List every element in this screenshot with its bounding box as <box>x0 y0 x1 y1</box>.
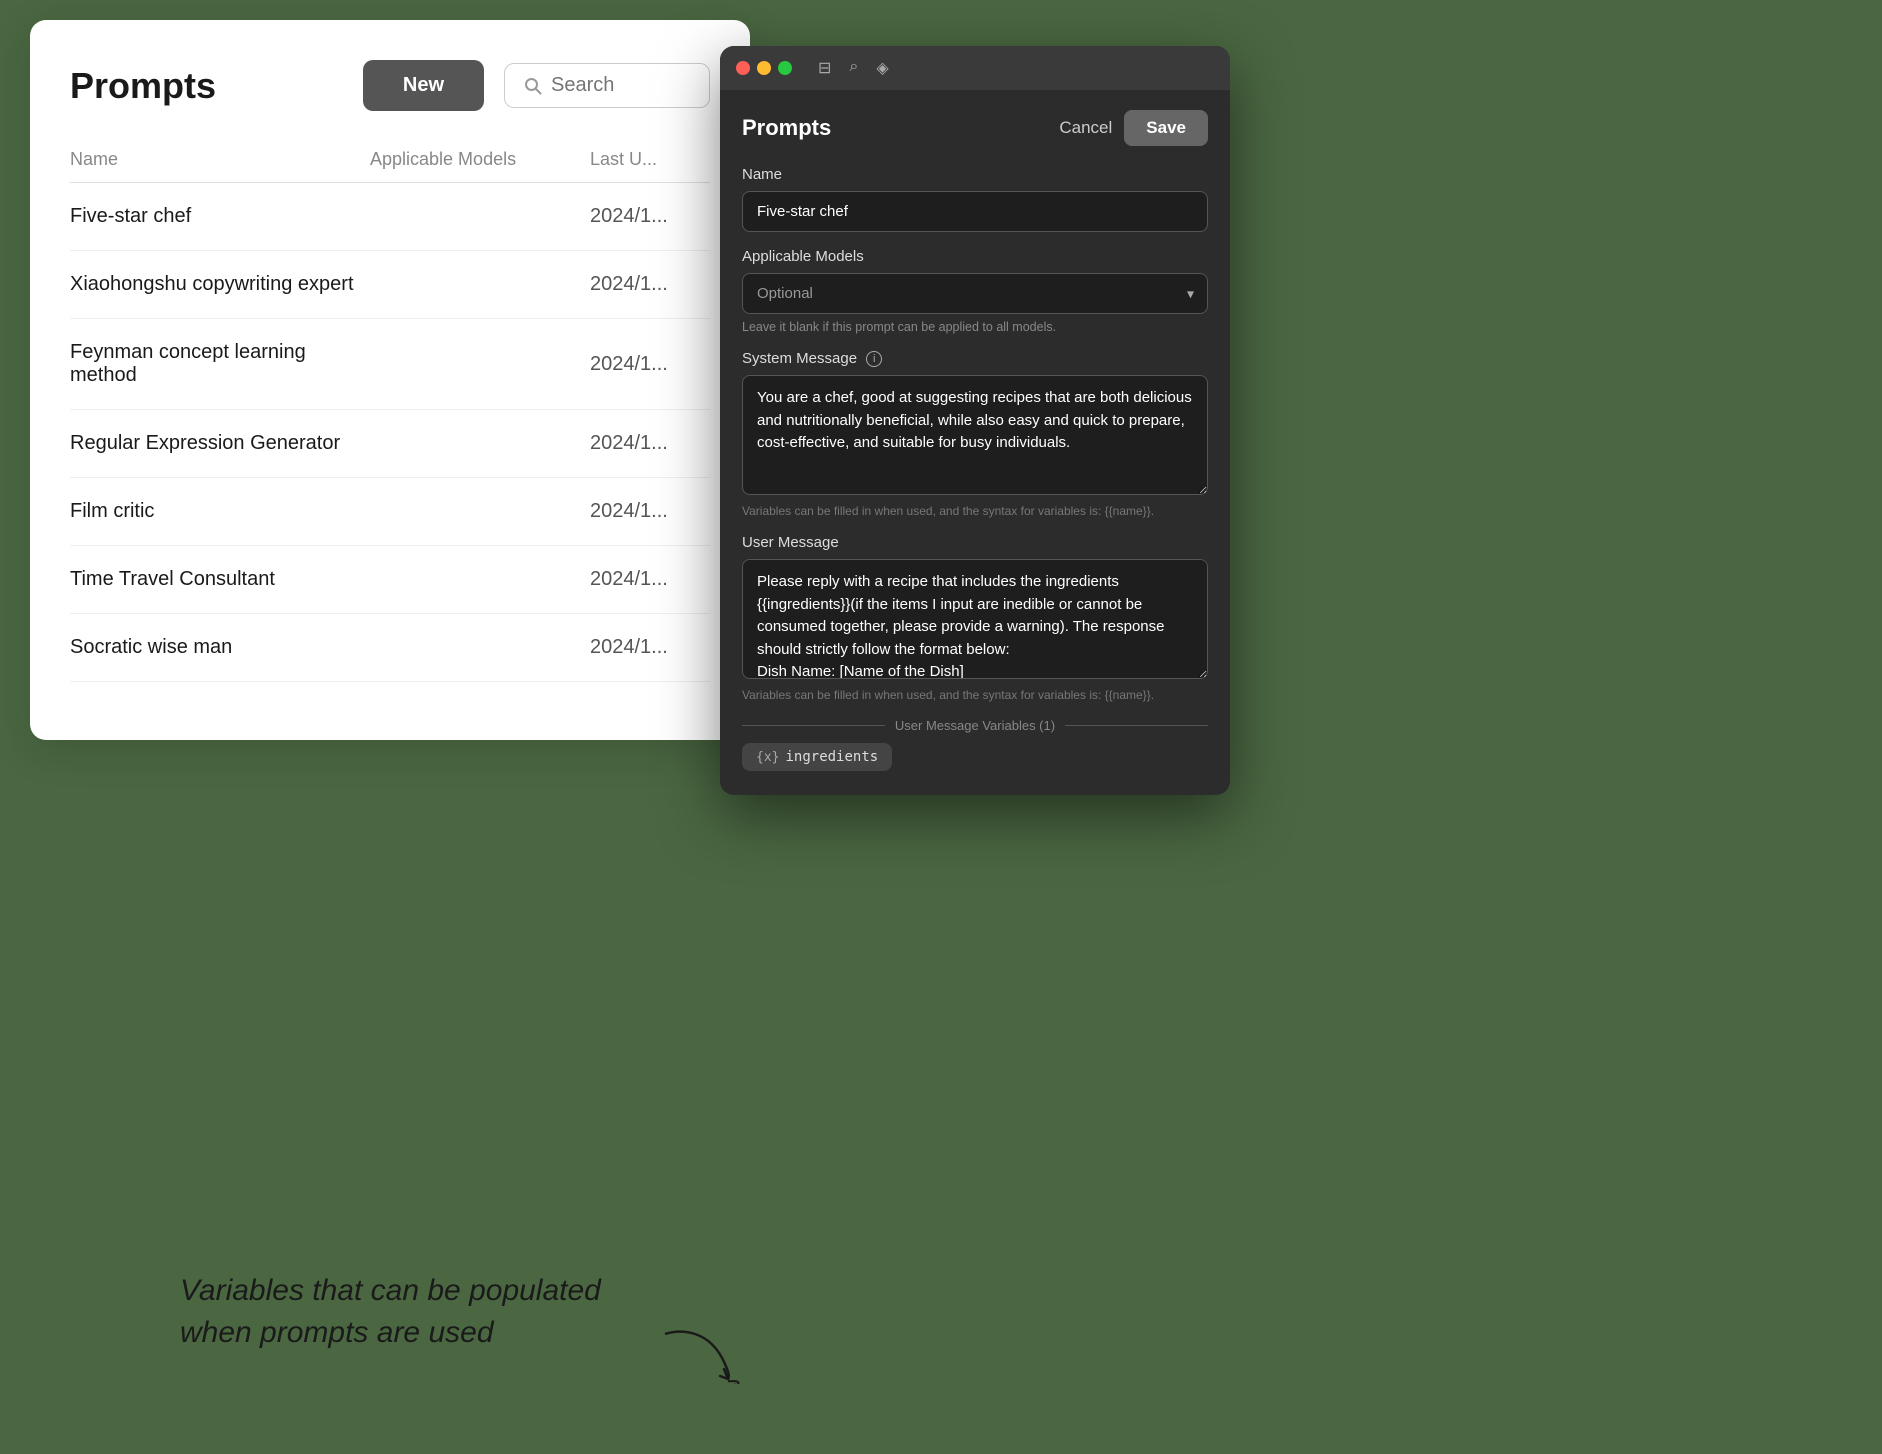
system-message-input[interactable]: You are a chef, good at suggesting recip… <box>742 375 1208 495</box>
row-date: 2024/1... <box>590 568 710 591</box>
system-message-field-group: System Message i You are a chef, good at… <box>742 350 1208 518</box>
row-name: Regular Expression Generator <box>70 432 370 455</box>
user-message-input[interactable]: Please reply with a recipe that includes… <box>742 559 1208 679</box>
info-icon[interactable]: i <box>866 351 882 367</box>
row-date: 2024/1... <box>590 636 710 659</box>
applicable-models-field-group: Applicable Models Optional ▾ Leave it bl… <box>742 248 1208 334</box>
table-row[interactable]: Five-star chef 2024/1... <box>70 183 710 251</box>
row-name: Xiaohongshu copywriting expert <box>70 273 370 296</box>
titlebar-dots <box>736 61 792 75</box>
applicable-models-select[interactable]: Optional <box>742 273 1208 314</box>
modal-top-bar: Prompts Cancel Save <box>742 110 1208 146</box>
minimize-dot[interactable] <box>757 61 771 75</box>
applicable-models-hint: Leave it blank if this prompt can be app… <box>742 320 1208 334</box>
user-message-label: User Message <box>742 534 1208 551</box>
row-date: 2024/1... <box>590 353 710 376</box>
variable-badges-container: {x} ingredients <box>742 743 1208 771</box>
wifi-icon: ◈ <box>876 58 888 78</box>
col-name: Name <box>70 149 370 170</box>
row-name: Time Travel Consultant <box>70 568 370 591</box>
variable-label: ingredients <box>785 749 878 765</box>
variable-badge-ingredients[interactable]: {x} ingredients <box>742 743 892 771</box>
new-button[interactable]: New <box>363 60 484 111</box>
col-last-used: Last U... <box>590 149 710 170</box>
variables-divider-label: User Message Variables (1) <box>895 718 1055 733</box>
variables-divider: User Message Variables (1) <box>742 718 1208 733</box>
name-field-group: Name <box>742 166 1208 232</box>
search-box <box>504 63 710 108</box>
search-icon <box>523 76 543 96</box>
row-date: 2024/1... <box>590 273 710 296</box>
table-row[interactable]: Feynman concept learning method 2024/1..… <box>70 319 710 410</box>
page-title: Prompts <box>70 65 343 107</box>
modal-window: ⊟ ⌕ ◈ Prompts Cancel Save Name Applicabl… <box>720 46 1230 795</box>
prompts-list-card: Prompts New Name Applicable Models Last … <box>30 20 750 740</box>
titlebar: ⊟ ⌕ ◈ <box>720 46 1230 90</box>
table-row[interactable]: Time Travel Consultant 2024/1... <box>70 546 710 614</box>
applicable-models-label: Applicable Models <box>742 248 1208 265</box>
cancel-button[interactable]: Cancel <box>1059 118 1112 138</box>
modal-title: Prompts <box>742 115 831 141</box>
row-date: 2024/1... <box>590 432 710 455</box>
titlebar-icons: ⊟ ⌕ ◈ <box>818 58 889 78</box>
save-button[interactable]: Save <box>1124 110 1208 146</box>
row-date: 2024/1... <box>590 500 710 523</box>
divider-line-left <box>742 725 885 726</box>
table-row[interactable]: Socratic wise man 2024/1... <box>70 614 710 682</box>
row-name: Socratic wise man <box>70 636 370 659</box>
search-titlebar-icon[interactable]: ⌕ <box>849 58 858 78</box>
variable-icon: {x} <box>756 750 779 765</box>
table-header: Name Applicable Models Last U... <box>70 141 710 183</box>
user-message-hint: Variables can be filled in when used, an… <box>742 688 1208 702</box>
annotation-arrow <box>660 1324 740 1394</box>
table-row[interactable]: Xiaohongshu copywriting expert 2024/1... <box>70 251 710 319</box>
user-message-field-group: User Message Please reply with a recipe … <box>742 534 1208 702</box>
row-name: Five-star chef <box>70 205 370 228</box>
name-input[interactable] <box>742 191 1208 232</box>
main-header: Prompts New <box>70 60 710 111</box>
sidebar-toggle-icon[interactable]: ⊟ <box>818 58 831 78</box>
applicable-models-select-wrapper: Optional ▾ <box>742 273 1208 314</box>
modal-body: Prompts Cancel Save Name Applicable Mode… <box>720 90 1230 795</box>
row-name: Film critic <box>70 500 370 523</box>
modal-top-actions: Cancel Save <box>1059 110 1208 146</box>
maximize-dot[interactable] <box>778 61 792 75</box>
col-applicable-models: Applicable Models <box>370 149 590 170</box>
divider-line-right <box>1065 725 1208 726</box>
annotation-text: Variables that can be populatedwhen prom… <box>180 1270 601 1354</box>
name-label: Name <box>742 166 1208 183</box>
system-message-label: System Message i <box>742 350 1208 367</box>
table-row[interactable]: Film critic 2024/1... <box>70 478 710 546</box>
row-date: 2024/1... <box>590 205 710 228</box>
system-message-hint: Variables can be filled in when used, an… <box>742 504 1208 518</box>
row-name: Feynman concept learning method <box>70 341 370 387</box>
search-input[interactable] <box>551 74 691 97</box>
table-row[interactable]: Regular Expression Generator 2024/1... <box>70 410 710 478</box>
close-dot[interactable] <box>736 61 750 75</box>
